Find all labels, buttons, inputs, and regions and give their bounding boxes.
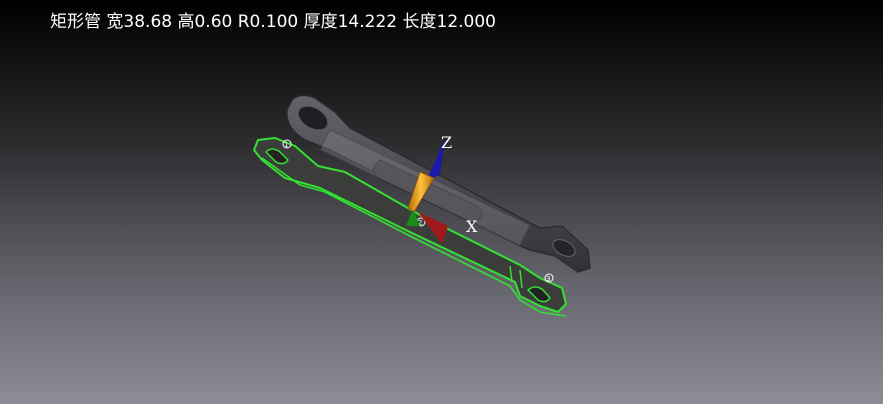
z-axis-label: Z — [441, 133, 452, 152]
x-axis-label: X — [466, 217, 478, 236]
scene-canvas[interactable]: 1 2 3 Z X — [0, 0, 883, 404]
hole-marker-label-1: 1 — [284, 141, 288, 149]
hole-marker-label-3: 3 — [546, 275, 550, 283]
3d-viewport[interactable]: 矩形管 宽38.68 高0.60 R0.100 厚度14.222 长度12.00… — [0, 0, 883, 404]
